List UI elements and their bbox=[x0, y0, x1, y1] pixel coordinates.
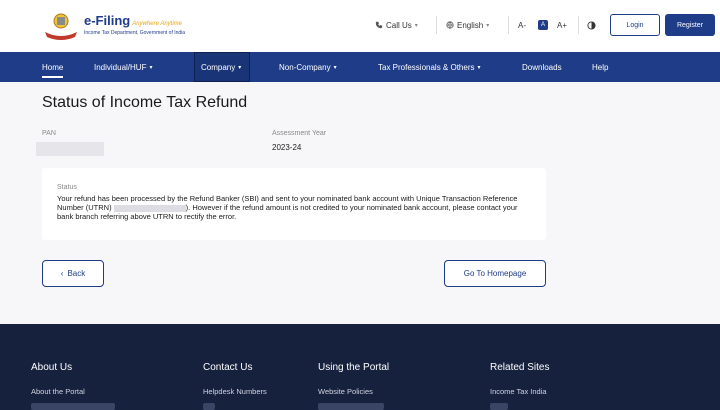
chevron-left-icon: ‹ bbox=[60, 269, 64, 278]
nav-item-help[interactable]: Help bbox=[592, 52, 608, 82]
status-card: Status Your refund has been processed by… bbox=[42, 168, 546, 240]
call-us-label: Call Us bbox=[386, 20, 412, 30]
header-divider bbox=[436, 16, 437, 34]
nav-item-home[interactable]: Home bbox=[42, 52, 64, 82]
chevron-down-icon: ▾ bbox=[414, 22, 418, 29]
nav-item-non-company[interactable]: Non-Company ▾ bbox=[279, 52, 337, 82]
register-button[interactable]: Register bbox=[665, 14, 715, 36]
main-nav: Home Individual/HUF ▾ Company ▾ Non-Comp… bbox=[0, 52, 720, 82]
font-decrease-button[interactable]: A- bbox=[518, 18, 526, 32]
nav-item-individual-huf[interactable]: Individual/HUF ▾ bbox=[94, 52, 152, 82]
footer-heading-contact: Contact Us bbox=[203, 362, 253, 373]
nav-item-label: Downloads bbox=[522, 62, 562, 72]
chevron-down-icon: ▾ bbox=[333, 64, 337, 71]
site-header: e-Filing Anywhere Anytime Income Tax Depa… bbox=[0, 0, 720, 52]
assessment-year-value: 2023-24 bbox=[272, 143, 302, 152]
status-message: Your refund has been processed by the Re… bbox=[57, 194, 527, 221]
contrast-icon[interactable] bbox=[587, 21, 596, 30]
logo-subtitle: Income Tax Department, Government of Ind… bbox=[84, 30, 186, 36]
status-label: Status bbox=[57, 184, 77, 191]
go-to-homepage-button[interactable]: Go To Homepage bbox=[444, 260, 546, 287]
nav-item-downloads[interactable]: Downloads bbox=[522, 52, 562, 82]
logo-tagline: Anywhere Anytime bbox=[132, 21, 183, 27]
assessment-year-label: Assessment Year bbox=[272, 130, 327, 137]
header-divider bbox=[578, 16, 579, 34]
language-dropdown[interactable]: English ▾ bbox=[446, 18, 489, 32]
phone-icon bbox=[375, 21, 383, 29]
site-footer: About Us About the Portal Contact Us Hel… bbox=[0, 324, 720, 410]
emblem-icon bbox=[45, 13, 77, 40]
nav-item-label: Tax Professionals & Others bbox=[378, 62, 475, 72]
back-button[interactable]: ‹ Back bbox=[42, 260, 104, 287]
header-divider bbox=[508, 16, 509, 34]
footer-link-cutoff[interactable] bbox=[490, 403, 508, 410]
chevron-down-icon: ▾ bbox=[238, 64, 242, 71]
chevron-down-icon: ▾ bbox=[149, 64, 153, 71]
footer-link-helpdesk[interactable]: Helpdesk Numbers bbox=[203, 387, 267, 396]
nav-item-company[interactable]: Company ▾ bbox=[194, 52, 250, 82]
nav-item-label: Individual/HUF bbox=[94, 62, 147, 72]
utrn-masked bbox=[113, 204, 186, 212]
footer-heading-related: Related Sites bbox=[490, 362, 550, 373]
efiling-logo[interactable]: e-Filing Anywhere Anytime Income Tax Depa… bbox=[42, 10, 192, 42]
footer-link-cutoff[interactable] bbox=[31, 403, 115, 410]
language-label: English bbox=[457, 20, 484, 30]
login-button[interactable]: Login bbox=[610, 14, 660, 36]
globe-icon bbox=[446, 21, 454, 29]
chevron-down-icon: ▾ bbox=[486, 22, 490, 29]
page-title: Status of Income Tax Refund bbox=[42, 94, 248, 111]
back-button-label: Back bbox=[67, 269, 86, 278]
footer-link-about-portal[interactable]: About the Portal bbox=[31, 387, 85, 396]
footer-link-income-tax-india[interactable]: Income Tax India bbox=[490, 387, 547, 396]
logo-title: e-Filing Anywhere Anytime bbox=[84, 13, 183, 28]
footer-link-website-policies[interactable]: Website Policies bbox=[318, 387, 373, 396]
main-content: Status of Income Tax Refund PAN Assessme… bbox=[0, 82, 720, 324]
nav-item-label: Company bbox=[201, 62, 236, 72]
footer-heading-using-portal: Using the Portal bbox=[318, 362, 390, 373]
pan-label: PAN bbox=[42, 130, 56, 137]
font-normal-button[interactable]: A bbox=[538, 20, 548, 30]
pan-value-masked bbox=[36, 142, 104, 156]
footer-link-cutoff[interactable] bbox=[318, 403, 384, 410]
footer-heading-about: About Us bbox=[31, 362, 73, 373]
footer-link-cutoff[interactable] bbox=[203, 403, 215, 410]
nav-item-label: Home bbox=[42, 62, 64, 72]
nav-item-label: Help bbox=[592, 62, 609, 72]
nav-item-label: Non-Company bbox=[279, 62, 331, 72]
call-us-dropdown[interactable]: Call Us ▾ bbox=[375, 18, 418, 32]
font-increase-button[interactable]: A+ bbox=[557, 18, 567, 32]
nav-item-tax-professionals[interactable]: Tax Professionals & Others ▾ bbox=[378, 52, 481, 82]
chevron-down-icon: ▾ bbox=[477, 64, 481, 71]
